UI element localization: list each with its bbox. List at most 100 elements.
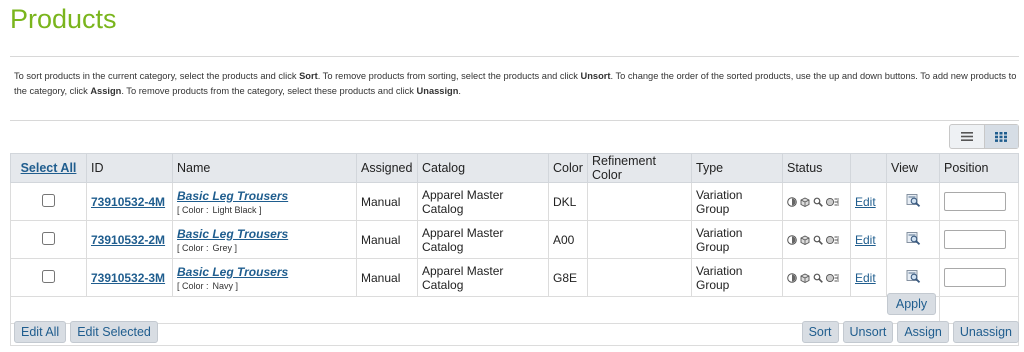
- select-cell: [10, 182, 87, 221]
- position-input[interactable]: [944, 192, 1006, 211]
- list-view-button[interactable]: [950, 125, 984, 148]
- id-cell: 73910532-3M: [86, 258, 173, 297]
- status-icons: [787, 272, 846, 283]
- attribute-label: [ Color :: [177, 280, 209, 291]
- help-unassign-keyword: Unassign: [416, 86, 459, 96]
- type-cell: Variation Group: [691, 220, 783, 259]
- refinement-color-cell: [587, 182, 692, 221]
- help-text-part: . To remove products from the category, …: [121, 86, 417, 96]
- column-header-position: Position: [939, 153, 1019, 183]
- variation-attribute: [ Color : Navy ]: [177, 281, 352, 291]
- type-cell: Variation Group: [691, 258, 783, 297]
- refinement-color-cell: [587, 220, 692, 259]
- attribute-value: Navy ]: [212, 280, 239, 291]
- divider: [10, 120, 1019, 121]
- product-name-link[interactable]: Basic Leg Trousers: [177, 189, 352, 203]
- variation-attribute: [ Color : Grey ]: [177, 243, 352, 253]
- status-cell: [782, 220, 851, 259]
- row-checkbox[interactable]: [42, 193, 55, 207]
- catalog-cell: Apparel Master Catalog: [417, 258, 549, 297]
- status-icons: [787, 234, 846, 245]
- position-cell: [939, 182, 1019, 221]
- edit-link[interactable]: Edit: [855, 233, 876, 247]
- status-icons: [787, 196, 846, 207]
- bottom-left-actions: Edit All Edit Selected: [14, 321, 158, 343]
- column-header-type: Type: [691, 153, 783, 183]
- status-cell: [782, 182, 851, 221]
- row-checkbox[interactable]: [42, 231, 55, 245]
- view-cell: [886, 258, 940, 297]
- attribute-value: Light Black ]: [212, 204, 262, 215]
- status-cell: [782, 258, 851, 297]
- assigned-cell: Manual: [356, 258, 418, 297]
- preview-icon[interactable]: [906, 231, 921, 245]
- unassign-button[interactable]: Unassign: [952, 321, 1019, 343]
- inventory-status-icon: [800, 196, 810, 207]
- table-header-row: Select All ID Name Assigned Catalog Colo…: [10, 153, 1019, 183]
- name-cell: Basic Leg Trousers [ Color : Navy ]: [172, 258, 357, 297]
- page-title: Products: [10, 4, 117, 34]
- name-cell: Basic Leg Trousers [ Color : Light Black …: [172, 182, 357, 221]
- edit-cell: Edit: [850, 220, 887, 259]
- table-row: 73910532-4M Basic Leg Trousers [ Color :…: [10, 182, 1019, 221]
- color-cell: G8E: [548, 258, 588, 297]
- position-input[interactable]: [944, 230, 1006, 249]
- color-cell: DKL: [548, 182, 588, 221]
- inventory-status-icon: [800, 272, 810, 283]
- view-toggle: [949, 124, 1019, 149]
- product-id-link[interactable]: 73910532-4M: [91, 195, 165, 209]
- select-all-link[interactable]: Select All: [15, 161, 82, 175]
- help-text-part: To sort products in the current category…: [14, 71, 300, 81]
- unsort-button[interactable]: Unsort: [842, 321, 894, 343]
- products-table: Select All ID Name Assigned Catalog Colo…: [10, 153, 1019, 324]
- online-status-icon: [787, 234, 797, 245]
- product-name-link[interactable]: Basic Leg Trousers: [177, 265, 352, 279]
- select-cell: [10, 220, 87, 259]
- assigned-cell: Manual: [356, 220, 418, 259]
- catalog-cell: Apparel Master Catalog: [417, 182, 549, 221]
- column-header-select-all: Select All: [10, 153, 87, 183]
- edit-cell: Edit: [850, 258, 887, 297]
- preview-icon[interactable]: [906, 193, 921, 207]
- sort-button[interactable]: Sort: [801, 321, 839, 343]
- product-id-link[interactable]: 73910532-2M: [91, 233, 165, 247]
- column-header-id: ID: [86, 153, 173, 183]
- grid-icon: [995, 131, 1008, 142]
- online-status-icon: [787, 272, 797, 283]
- view-cell: [886, 182, 940, 221]
- refinement-color-cell: [587, 258, 692, 297]
- edit-all-button[interactable]: Edit All: [14, 321, 67, 343]
- position-cell: [939, 258, 1019, 297]
- row-checkbox[interactable]: [42, 269, 55, 283]
- attribute-value: Grey ]: [212, 242, 238, 253]
- help-text: To sort products in the current category…: [14, 69, 1019, 99]
- preview-icon[interactable]: [906, 269, 921, 283]
- column-header-color: Color: [548, 153, 588, 183]
- column-header-catalog: Catalog: [417, 153, 549, 183]
- help-assign-keyword: Assign: [90, 86, 122, 96]
- view-cell: [886, 220, 940, 259]
- help-text-part: .: [458, 86, 461, 96]
- select-cell: [10, 258, 87, 297]
- search-status-icon: [813, 273, 823, 283]
- apply-button[interactable]: Apply: [887, 293, 936, 315]
- edit-link[interactable]: Edit: [855, 271, 876, 285]
- grid-view-button[interactable]: [983, 125, 1018, 148]
- search-status-icon: [813, 235, 823, 245]
- search-status-icon: [813, 197, 823, 207]
- edit-link[interactable]: Edit: [855, 195, 876, 209]
- position-input[interactable]: [944, 268, 1006, 287]
- variation-status-icon: [826, 197, 839, 206]
- column-header-assigned: Assigned: [356, 153, 418, 183]
- assign-button[interactable]: Assign: [897, 321, 949, 343]
- product-name-link[interactable]: Basic Leg Trousers: [177, 227, 352, 241]
- column-header-refinement-color: Refinement Color: [587, 153, 692, 183]
- list-icon: [960, 132, 973, 141]
- edit-selected-button[interactable]: Edit Selected: [70, 321, 158, 343]
- attribute-label: [ Color :: [177, 204, 209, 215]
- product-id-link[interactable]: 73910532-3M: [91, 271, 165, 285]
- edit-cell: Edit: [850, 182, 887, 221]
- table-row: 73910532-3M Basic Leg Trousers [ Color :…: [10, 258, 1019, 297]
- color-cell: A00: [548, 220, 588, 259]
- variation-status-icon: [826, 273, 839, 282]
